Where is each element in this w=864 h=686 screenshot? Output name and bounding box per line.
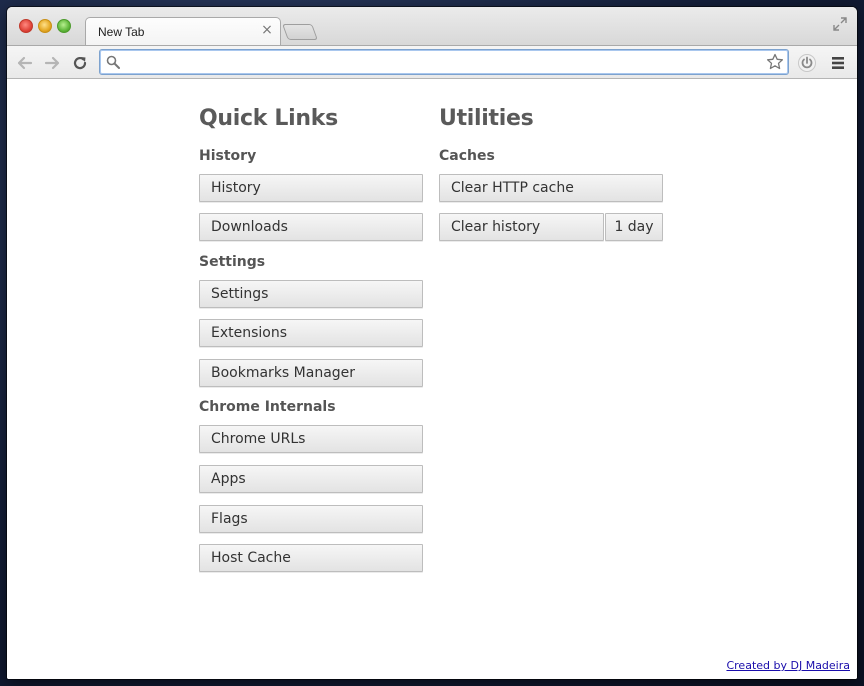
maximize-window-button[interactable] — [57, 19, 71, 33]
omnibox[interactable] — [99, 49, 789, 75]
bookmarks-manager-button[interactable]: Bookmarks Manager — [199, 359, 423, 387]
minimize-window-button[interactable] — [38, 19, 52, 33]
fullscreen-icon[interactable] — [833, 17, 847, 31]
history-button[interactable]: History — [199, 174, 423, 202]
menu-icon[interactable] — [829, 54, 847, 72]
power-icon[interactable] — [797, 53, 817, 73]
browser-window: New Tab × Quick Links History History Do… — [7, 7, 857, 679]
reload-icon[interactable] — [70, 53, 90, 73]
tab-new-tab[interactable]: New Tab × — [85, 17, 281, 45]
caches-group-heading: Caches — [439, 148, 495, 164]
new-tab-button[interactable] — [282, 24, 318, 40]
search-icon — [106, 55, 120, 69]
title-bar: New Tab × — [7, 7, 857, 45]
host-cache-button[interactable]: Host Cache — [199, 544, 423, 572]
tab-title: New Tab — [98, 25, 145, 39]
extensions-button[interactable]: Extensions — [199, 319, 423, 347]
utilities-title: Utilities — [439, 106, 534, 131]
close-window-button[interactable] — [19, 19, 33, 33]
history-range-button[interactable]: 1 day — [605, 213, 663, 241]
clear-http-cache-button[interactable]: Clear HTTP cache — [439, 174, 663, 202]
chrome-internals-group-heading: Chrome Internals — [199, 399, 336, 415]
forward-arrow-icon[interactable] — [42, 53, 62, 73]
tab-close-icon[interactable]: × — [260, 23, 274, 37]
chrome-urls-button[interactable]: Chrome URLs — [199, 425, 423, 453]
downloads-button[interactable]: Downloads — [199, 213, 423, 241]
flags-button[interactable]: Flags — [199, 505, 423, 533]
apps-button[interactable]: Apps — [199, 465, 423, 493]
settings-button[interactable]: Settings — [199, 280, 423, 308]
page-content: Quick Links History History Downloads Se… — [7, 79, 857, 679]
star-icon[interactable] — [766, 53, 784, 71]
browser-toolbar — [7, 45, 857, 79]
back-arrow-icon[interactable] — [15, 53, 35, 73]
clear-history-button[interactable]: Clear history — [439, 213, 604, 241]
quick-links-title: Quick Links — [199, 106, 338, 131]
credit-link[interactable]: Created by DJ Madeira — [726, 659, 850, 672]
omnibox-input[interactable] — [124, 53, 754, 71]
history-group-heading: History — [199, 148, 257, 164]
settings-group-heading: Settings — [199, 254, 266, 270]
